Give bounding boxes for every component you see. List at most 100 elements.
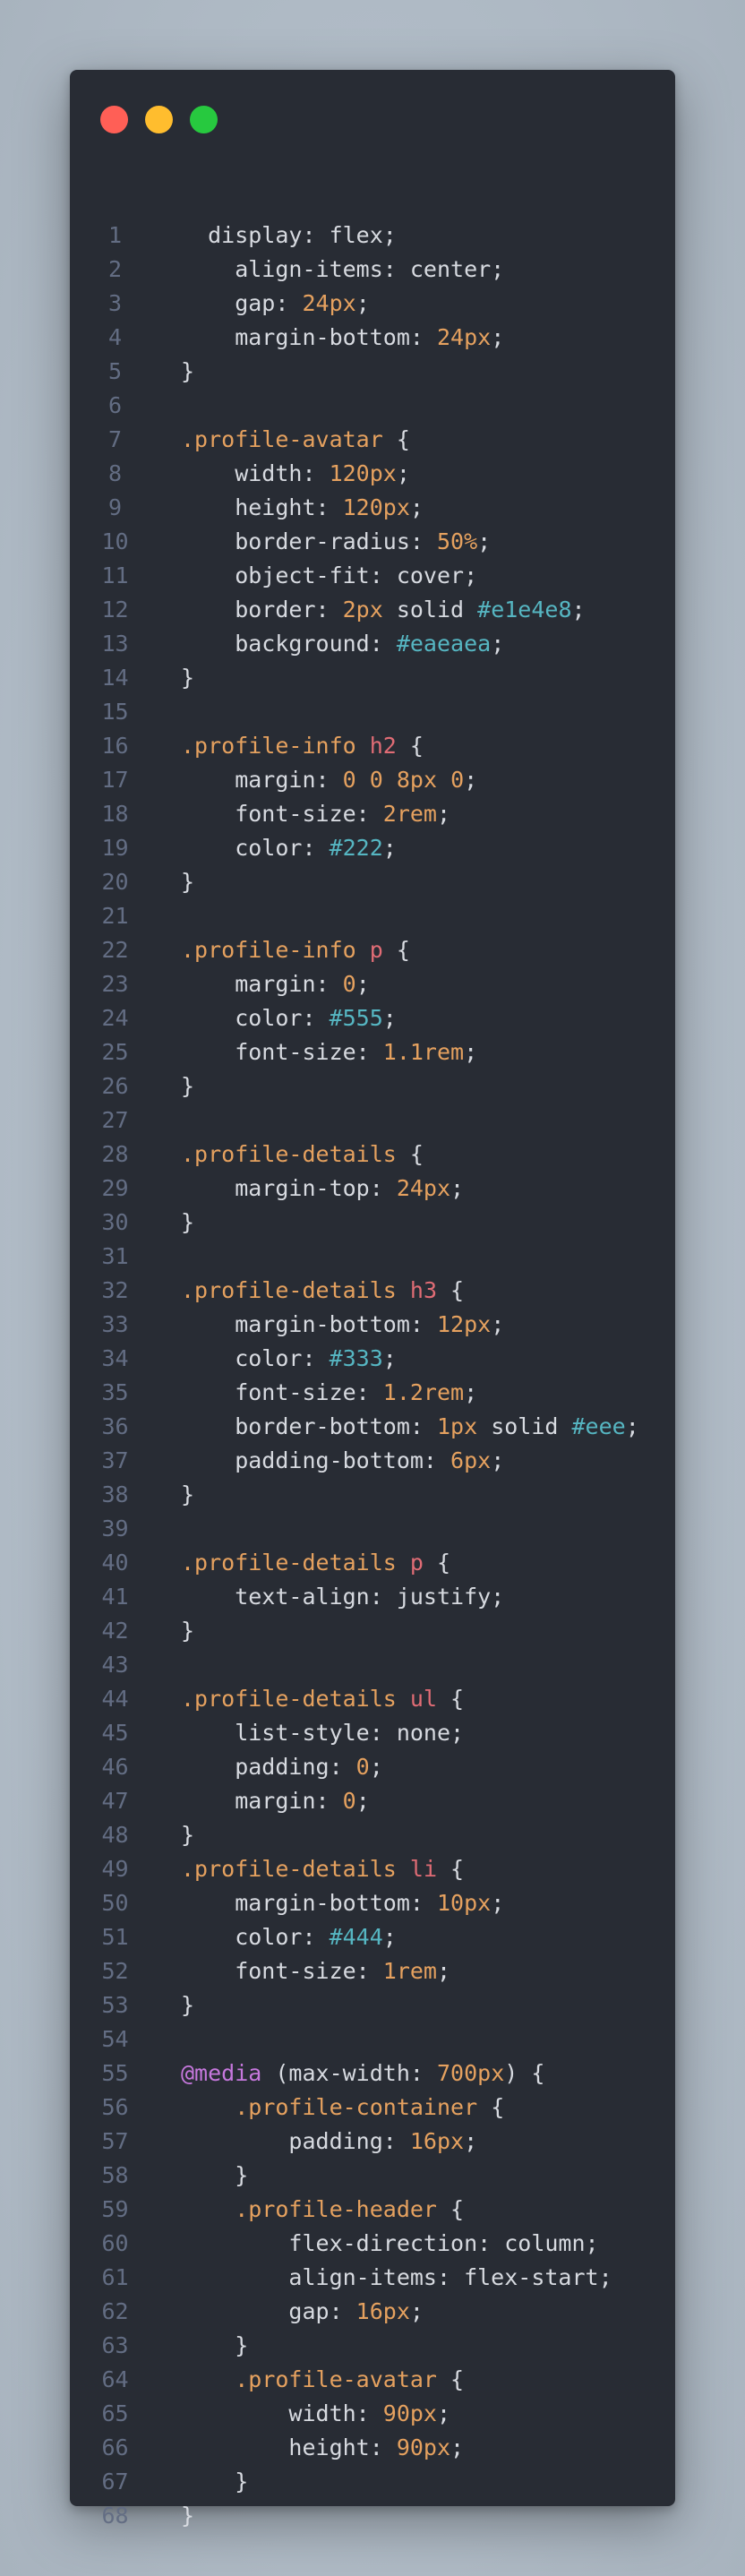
code-token: font-size: [181, 801, 383, 827]
code-token: font-size: [181, 1958, 383, 1984]
code-line: 8 width: 120px; [70, 457, 639, 491]
code-line: 36 border-bottom: 1px solid #eee; [70, 1410, 639, 1444]
code-token: ; [477, 528, 492, 554]
code-token: margin: [181, 767, 343, 793]
code-line: 16 .profile-info h2 { [70, 729, 639, 763]
code-token: ; [450, 2434, 465, 2460]
code-line: 9 height: 120px; [70, 491, 639, 525]
code-text: .profile-header { [160, 2193, 464, 2227]
code-token: ; [382, 1345, 397, 1371]
code-token: { [382, 426, 410, 452]
code-text: border: 2px solid #e1e4e8; [160, 593, 586, 627]
code-token: @media [181, 2060, 262, 2086]
code-text: .profile-avatar { [160, 423, 410, 457]
code-token: h2 [369, 733, 397, 759]
code-text: .profile-details ul { [160, 1682, 464, 1716]
code-token: 120px [329, 460, 397, 486]
code-text: border-radius: 50%; [160, 525, 491, 559]
code-line: 41 text-align: justify; [70, 1580, 639, 1614]
line-number: 62 [101, 2298, 129, 2324]
code-token: list-style: none; [181, 1720, 465, 1746]
code-token: .profile-details [181, 1141, 397, 1167]
code-token: ; [437, 2400, 451, 2426]
code-token: 90px [396, 2434, 451, 2460]
code-token: display: flex; [181, 222, 397, 248]
code-token: ; [625, 1413, 639, 1439]
code-token: #444 [329, 1924, 383, 1950]
code-token: p [369, 937, 383, 963]
minimize-dot-icon[interactable] [145, 106, 173, 133]
code-line: 27 [70, 1103, 639, 1138]
code-token: ul [409, 1686, 437, 1712]
code-line: 33 margin-bottom: 12px; [70, 1308, 639, 1342]
line-number: 31 [101, 1243, 129, 1269]
code-text: @media (max-width: 700px) { [160, 2057, 544, 2091]
line-number: 25 [101, 1039, 129, 1065]
code-token: color: [181, 1005, 330, 1031]
code-token: ; [355, 1788, 370, 1814]
code-token: } [181, 1992, 195, 2018]
code-line: 65 width: 90px; [70, 2397, 639, 2431]
code-token: } [181, 2162, 249, 2188]
close-dot-icon[interactable] [100, 106, 128, 133]
code-token: 1.2rem [382, 1379, 465, 1405]
code-token: height: [181, 2434, 397, 2460]
code-line: 42} [70, 1614, 639, 1648]
code-token: padding-bottom: [181, 1447, 451, 1473]
code-token: object-fit: cover; [181, 562, 478, 588]
code-token: margin: [181, 971, 343, 997]
code-line: 6 [70, 389, 639, 423]
line-number: 13 [101, 631, 129, 657]
code-token: border: [181, 597, 343, 623]
code-text: .profile-info h2 { [160, 729, 424, 763]
code-line: 25 font-size: 1.1rem; [70, 1035, 639, 1069]
code-editor[interactable]: 1 display: flex; 2 align-items: center; 3 … [70, 219, 639, 2533]
code-token: 24px [436, 324, 492, 350]
code-token: 50% [436, 528, 478, 554]
line-number: 45 [101, 1720, 129, 1746]
code-text: gap: 24px; [160, 287, 370, 321]
code-token: } [181, 1209, 195, 1235]
code-token: 700px [436, 2060, 505, 2086]
code-line: 40 .profile-details p { [70, 1546, 639, 1580]
code-token: } [181, 1618, 195, 1644]
code-token: } [181, 2332, 249, 2358]
code-token: ; [491, 1311, 505, 1337]
code-token: ; [464, 2128, 478, 2154]
code-line: 59 .profile-header { [70, 2193, 639, 2227]
line-number: 60 [101, 2230, 129, 2256]
line-number: 56 [101, 2094, 129, 2120]
code-text: } [160, 1069, 194, 1103]
code-line: 28 .profile-details { [70, 1138, 639, 1172]
code-text: list-style: none; [160, 1716, 464, 1750]
code-text: } [160, 1206, 194, 1240]
code-token: } [181, 1822, 195, 1848]
line-number: 19 [101, 835, 129, 861]
code-token: 0 [342, 1788, 356, 1814]
code-token: 0 [355, 1754, 370, 1780]
code-line: 5} [70, 355, 639, 389]
code-line: 64 .profile-avatar { [70, 2363, 639, 2397]
code-token: font-size: [181, 1379, 383, 1405]
code-token: .profile-avatar [181, 426, 383, 452]
line-number: 14 [101, 665, 129, 691]
code-token: 1.1rem [382, 1039, 465, 1065]
code-text: width: 90px; [160, 2397, 450, 2431]
zoom-dot-icon[interactable] [190, 106, 218, 133]
line-number: 12 [101, 597, 129, 623]
code-token: } [181, 1481, 195, 1507]
code-token: 90px [382, 2400, 437, 2426]
code-line: 63 } [70, 2329, 639, 2363]
code-token: ; [571, 597, 586, 623]
code-line: 56 .profile-container { [70, 2091, 639, 2125]
code-text: background: #eaeaea; [160, 627, 504, 661]
line-number: 57 [101, 2128, 129, 2154]
code-text: } [160, 2499, 194, 2533]
code-token: 2px [342, 597, 383, 623]
code-text: } [160, 1614, 194, 1648]
code-token: li [409, 1856, 437, 1882]
